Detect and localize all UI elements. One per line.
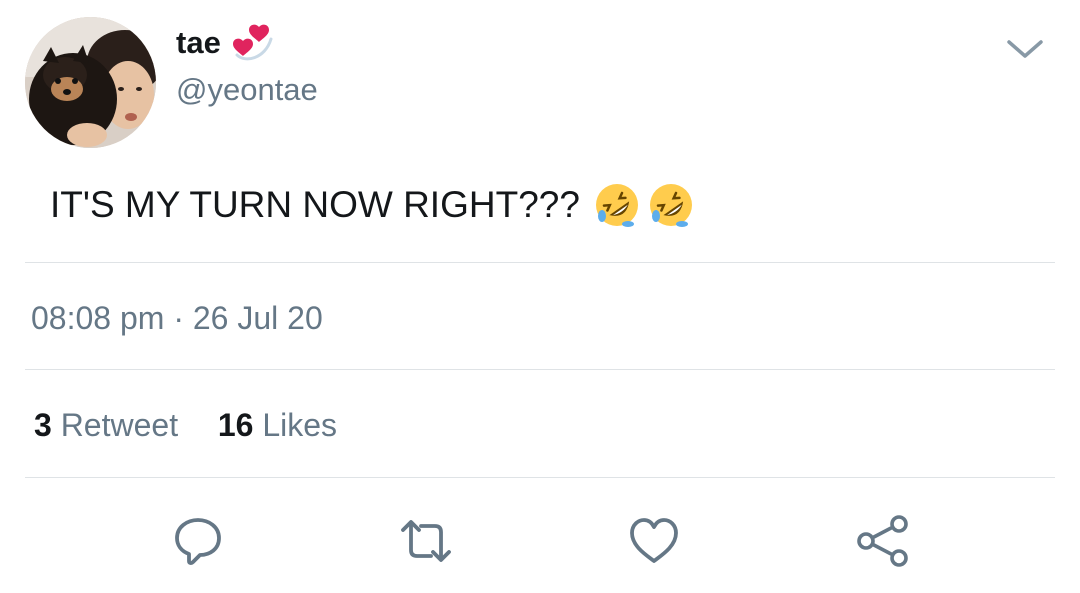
revolving-hearts-icon (231, 23, 275, 63)
like-button[interactable] (627, 514, 681, 568)
divider (25, 262, 1055, 263)
rolling-laughing-emoji-icon (594, 182, 640, 228)
likes-label: Likes (262, 407, 338, 443)
rolling-laughing-emoji-icon (648, 182, 694, 228)
tweet-body: IT'S MY TURN NOW RIGHT??? (50, 184, 580, 225)
tweet-date: 26 Jul 20 (192, 300, 323, 336)
reply-icon (175, 518, 221, 565)
chevron-down-icon[interactable] (1003, 34, 1047, 64)
retweets-label: Retweet (60, 407, 179, 443)
tweet-text: IT'S MY TURN NOW RIGHT??? (50, 182, 694, 228)
retweets-count: 3 (34, 407, 52, 443)
user-handle[interactable]: @yeontae (176, 72, 318, 108)
divider (25, 369, 1055, 370)
retweet-icon (401, 520, 451, 562)
likes-count: 16 (217, 407, 254, 443)
display-name-row: tae (176, 23, 275, 63)
avatar-photo (25, 17, 156, 148)
timestamp-separator: · (173, 300, 184, 336)
reply-button[interactable] (171, 514, 225, 568)
share-icon (857, 515, 908, 567)
tweet-stats: 3 Retweet 16 Likes (34, 407, 337, 444)
tweet-time: 08:08 pm (31, 300, 165, 336)
retweet-button[interactable] (399, 514, 453, 568)
retweets-stat[interactable]: 3 Retweet (34, 407, 187, 443)
tweet-timestamp[interactable]: 08:08 pm · 26 Jul 20 (31, 300, 323, 337)
likes-stat[interactable]: 16 Likes (218, 407, 337, 443)
share-button[interactable] (856, 514, 910, 568)
tweet-card: tae @yeontae IT'S MY TURN NOW RIGHT??? 0… (0, 0, 1080, 593)
divider (25, 477, 1055, 478)
display-name[interactable]: tae (176, 25, 221, 61)
heart-icon (630, 518, 678, 563)
avatar[interactable] (25, 17, 156, 148)
